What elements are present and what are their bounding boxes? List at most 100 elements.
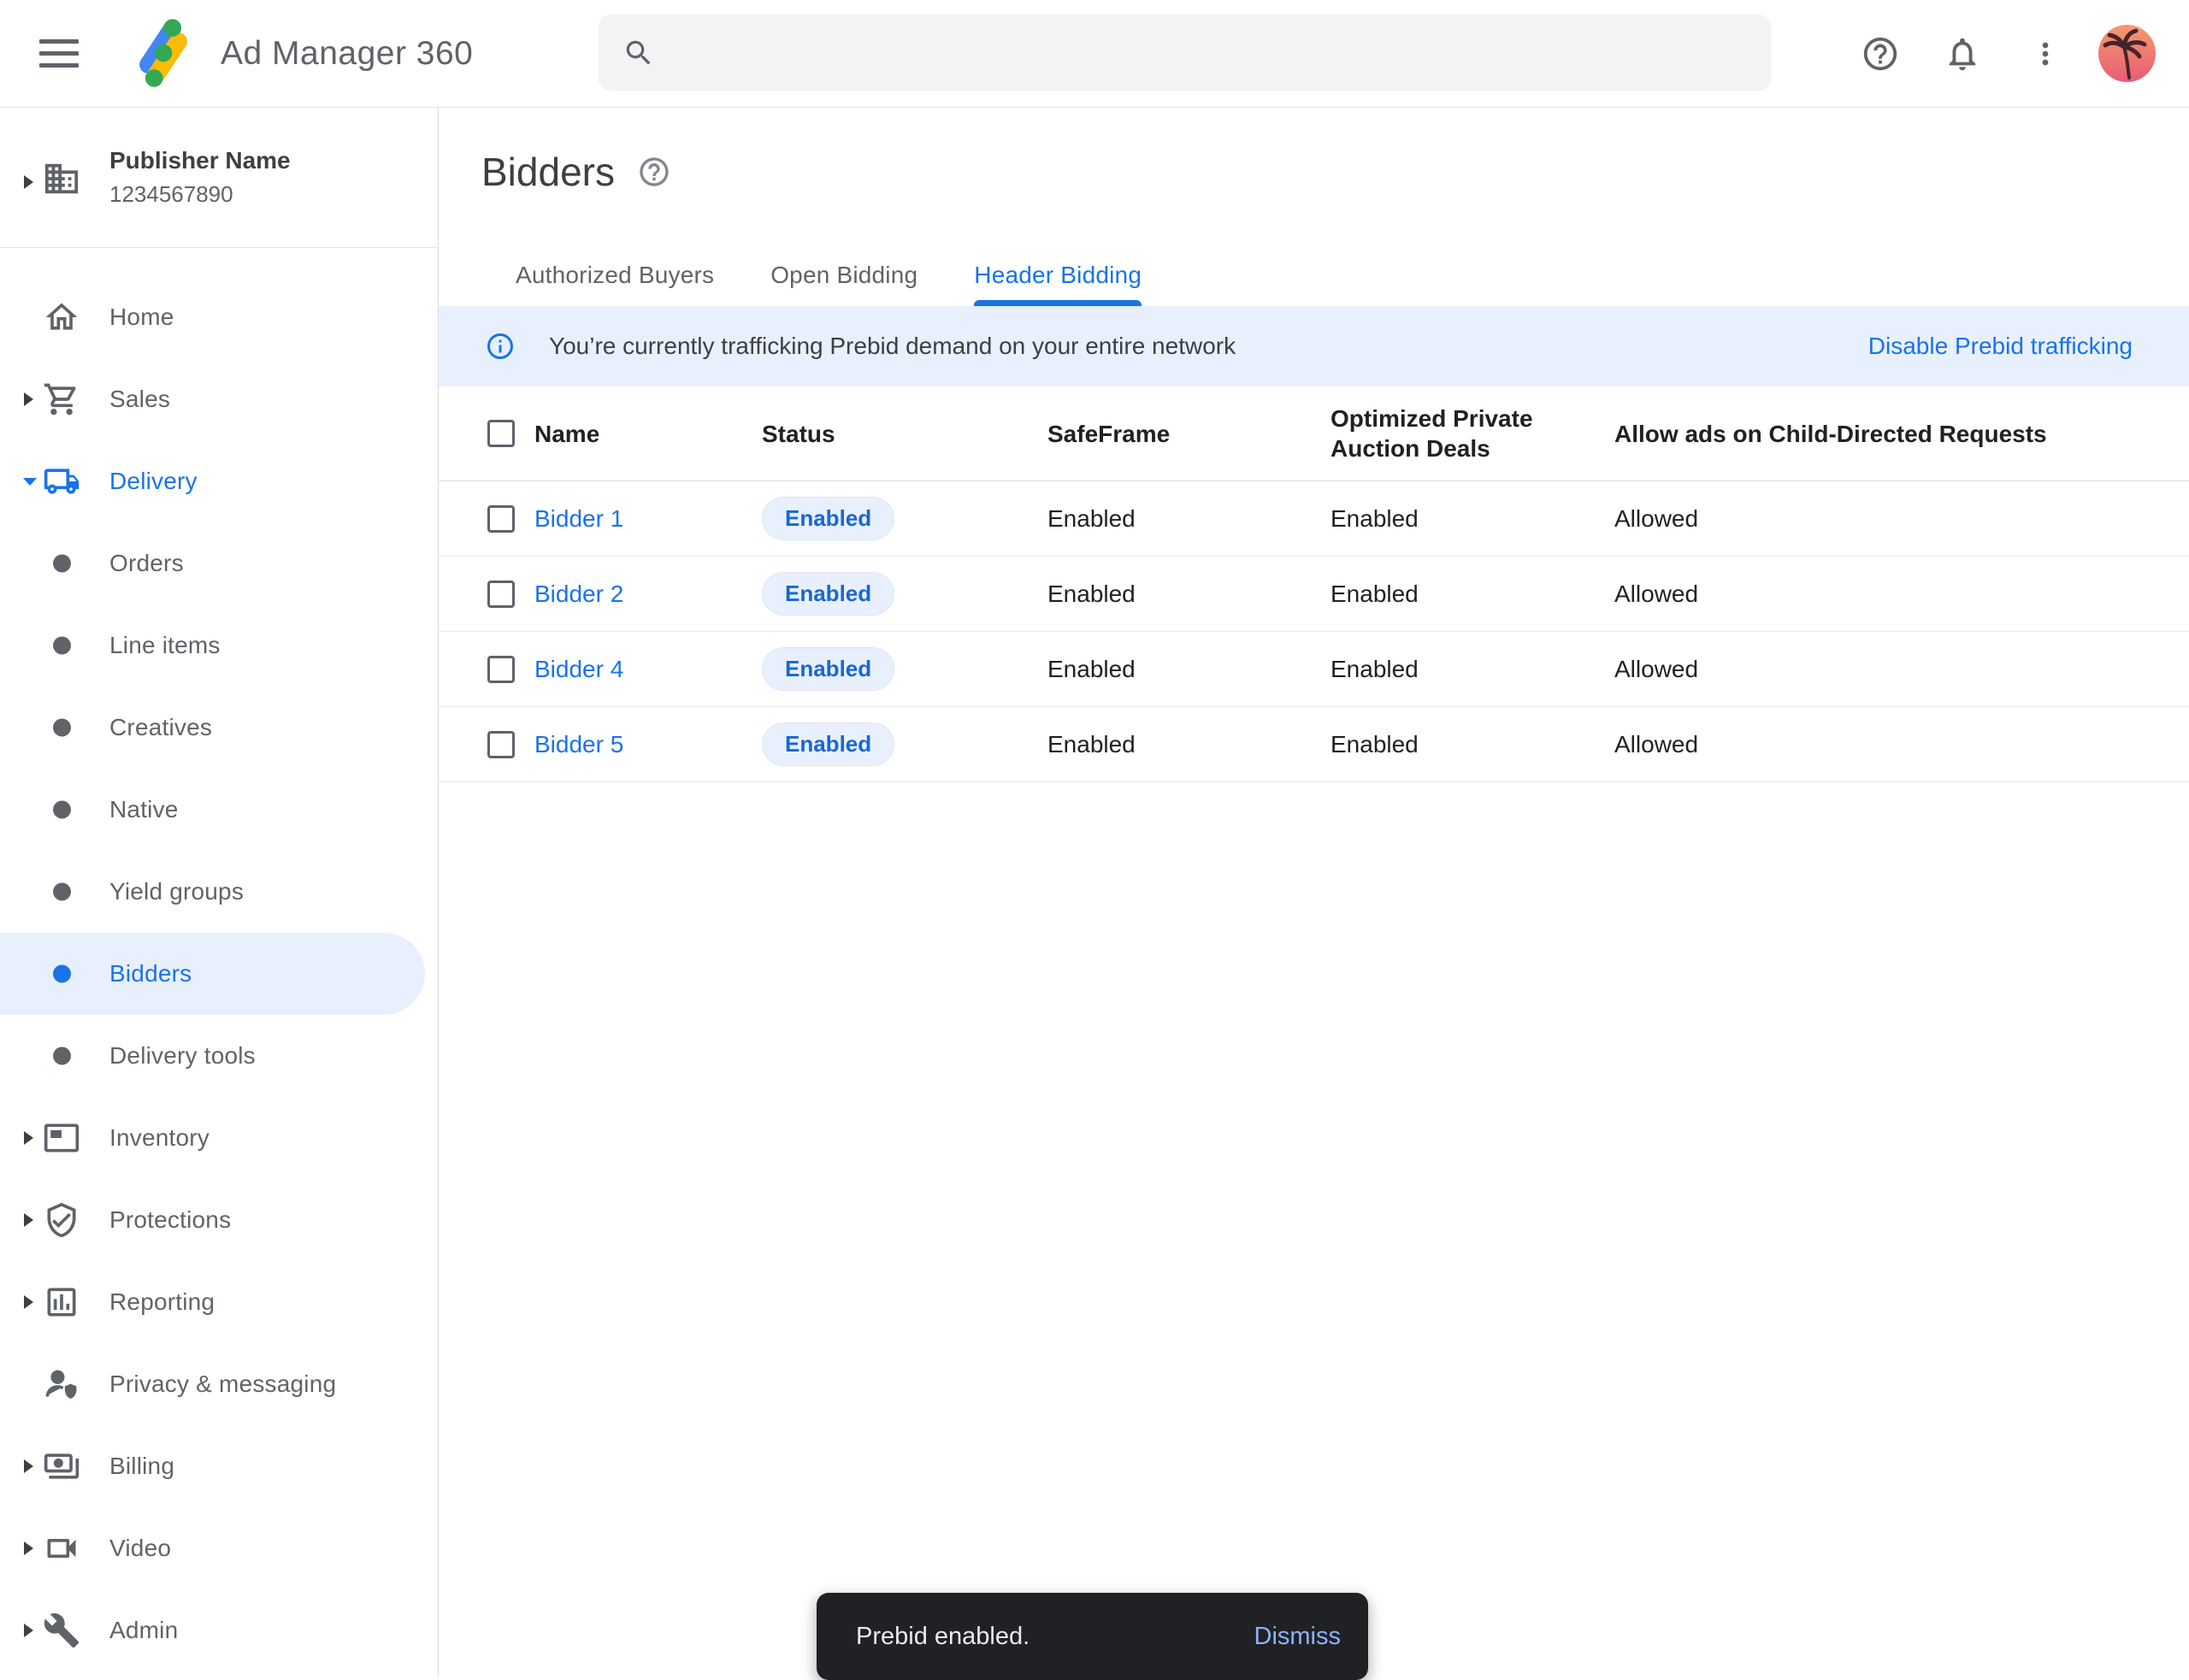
sidebar-item-label: Creatives — [109, 714, 212, 741]
table-header: NameStatusSafeFrameOptimized Private Auc… — [439, 386, 2189, 481]
publisher-name: Publisher Name — [109, 147, 291, 174]
child-directed-cell: Allowed — [1614, 731, 2189, 758]
row-checkbox[interactable] — [487, 731, 515, 758]
search-input[interactable] — [672, 38, 1771, 68]
sidebar-item-delivery-tools[interactable]: Delivery tools — [0, 1015, 425, 1097]
safeframe-cell: Enabled — [1047, 581, 1331, 608]
sidebar-item-video[interactable]: Video — [0, 1507, 425, 1589]
status-chip: Enabled — [762, 572, 894, 616]
sidebar-item-label: Inventory — [109, 1124, 209, 1152]
row-checkbox[interactable] — [487, 581, 515, 608]
sidebar-item-line-items[interactable]: Line items — [0, 604, 425, 687]
sidebar-item-label: Orders — [109, 550, 184, 577]
toast-dismiss-button[interactable]: Dismiss — [1254, 1623, 1342, 1651]
sidebar-item-privacy-messaging[interactable]: Privacy & messaging — [0, 1343, 425, 1425]
child-directed-cell: Allowed — [1614, 505, 2189, 533]
chevron-right-icon — [21, 390, 36, 409]
publisher-switcher[interactable]: Publisher Name 1234567890 — [0, 108, 438, 247]
bullet-icon — [53, 719, 71, 737]
sidebar-item-billing[interactable]: Billing — [0, 1425, 425, 1507]
row-checkbox-cell — [487, 581, 534, 608]
optimized-deals-cell: Enabled — [1331, 505, 1614, 533]
table-row: Bidder 4EnabledEnabledEnabledAllowed — [439, 632, 2189, 707]
tab-label: Open Bidding — [770, 262, 917, 289]
sidebar-item-bidders[interactable]: Bidders — [0, 933, 425, 1015]
ad-manager-logo — [126, 15, 201, 91]
select-all-checkbox[interactable] — [487, 420, 515, 447]
row-checkbox-cell — [487, 731, 534, 758]
info-banner: You’re currently trafficking Prebid dema… — [439, 306, 2189, 386]
page-help-button[interactable] — [637, 155, 671, 189]
chart-icon — [43, 1283, 80, 1321]
tab-authorized-buyers[interactable]: Authorized Buyers — [487, 245, 742, 306]
bidder-link[interactable]: Bidder 4 — [534, 656, 623, 682]
search-bar[interactable] — [599, 15, 1771, 91]
chevron-right-icon — [21, 1457, 36, 1476]
status-chip: Enabled — [762, 647, 894, 691]
bidder-link[interactable]: Bidder 1 — [534, 505, 623, 532]
status-chip: Enabled — [762, 722, 894, 766]
tab-label: Authorized Buyers — [516, 262, 714, 289]
bidder-link[interactable]: Bidder 5 — [534, 731, 623, 757]
bullet-icon — [53, 1047, 71, 1065]
child-directed-cell: Allowed — [1614, 656, 2189, 683]
sidebar-item-yield-groups[interactable]: Yield groups — [0, 851, 425, 933]
bidder-link[interactable]: Bidder 2 — [534, 581, 623, 607]
sidebar-item-label: Home — [109, 304, 174, 331]
bullet-icon — [53, 555, 71, 573]
more-vert-icon — [2028, 37, 2062, 71]
tabs: Authorized Buyers Open Bidding Header Bidd… — [487, 245, 1170, 306]
sidebar-item-inventory[interactable]: Inventory — [0, 1097, 425, 1179]
sidebar-item-reporting[interactable]: Reporting — [0, 1261, 425, 1343]
truck-icon — [43, 463, 80, 500]
sidebar-item-label: Billing — [109, 1453, 174, 1480]
tab-underline — [974, 300, 1142, 306]
cart-icon — [43, 380, 80, 418]
disable-prebid-link[interactable]: Disable Prebid trafficking — [1868, 333, 2133, 360]
column-header-safeframe: SafeFrame — [1047, 419, 1331, 449]
ad-manager-logo-icon — [126, 15, 201, 91]
status-cell: Enabled — [762, 722, 1047, 766]
column-header-status: Status — [762, 419, 1047, 449]
row-checkbox[interactable] — [487, 656, 515, 683]
toast-message: Prebid enabled. — [856, 1623, 1030, 1651]
status-cell: Enabled — [762, 572, 1047, 616]
sidebar-item-protections[interactable]: Protections — [0, 1179, 425, 1261]
sidebar-item-native[interactable]: Native — [0, 769, 425, 851]
avatar[interactable] — [2098, 25, 2156, 82]
sidebar-item-delivery[interactable]: Delivery — [0, 440, 425, 522]
notifications-button[interactable] — [1943, 0, 1982, 107]
sidebar-item-label: Delivery — [109, 468, 198, 495]
name-cell: Bidder 1 — [534, 505, 762, 533]
sidebar-item-label: Video — [109, 1535, 171, 1562]
row-checkbox[interactable] — [487, 505, 515, 533]
tab-open-bidding[interactable]: Open Bidding — [742, 245, 946, 306]
sidebar-item-creatives[interactable]: Creatives — [0, 687, 425, 769]
column-header-optimized-private-auction-deals: Optimized Private Auction Deals — [1331, 404, 1614, 463]
column-header-name: Name — [534, 419, 762, 449]
app-header: Ad Manager 360 — [0, 0, 2189, 108]
help-icon — [1861, 34, 1900, 74]
bullet-icon — [53, 965, 71, 983]
sidebar-item-orders[interactable]: Orders — [0, 522, 425, 604]
hamburger-menu-button[interactable] — [39, 39, 79, 68]
sidebar-item-home[interactable]: Home — [0, 276, 425, 358]
home-icon — [43, 298, 80, 336]
sidebar-item-sales[interactable]: Sales — [0, 358, 425, 440]
help-button[interactable] — [1861, 0, 1900, 107]
help-circle-icon — [637, 155, 671, 189]
select-all-cell — [487, 420, 534, 447]
bell-icon — [1943, 34, 1982, 74]
child-directed-cell: Allowed — [1614, 581, 2189, 608]
name-cell: Bidder 2 — [534, 581, 762, 608]
bidders-table-body: Bidder 1EnabledEnabledEnabledAllowedBidd… — [439, 481, 2189, 782]
sidebar-item-admin[interactable]: Admin — [0, 1589, 425, 1671]
sidebar-item-label: Line items — [109, 632, 221, 659]
row-checkbox-cell — [487, 505, 534, 533]
tab-header-bidding[interactable]: Header Bidding — [946, 245, 1170, 306]
chevron-right-icon — [21, 1293, 36, 1312]
overflow-menu-button[interactable] — [2028, 0, 2062, 107]
shield-icon — [43, 1201, 80, 1239]
search-icon — [622, 37, 655, 69]
tab-label: Header Bidding — [974, 262, 1142, 289]
